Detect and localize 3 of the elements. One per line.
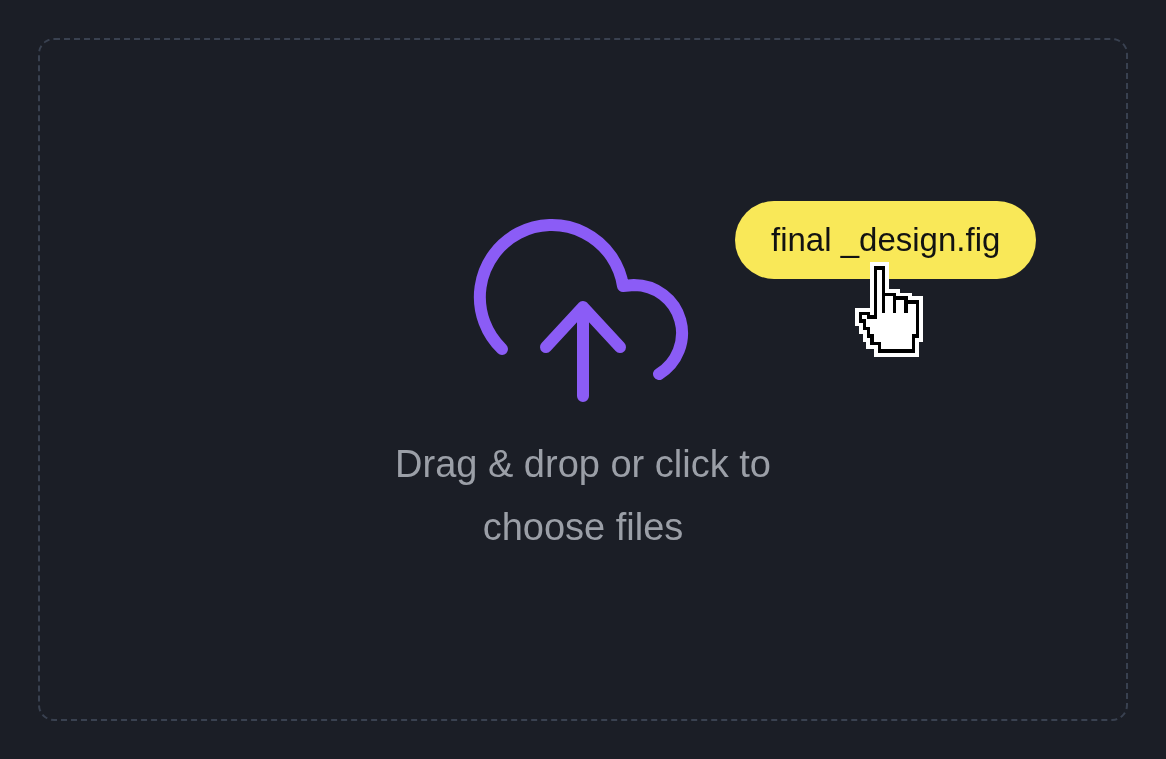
hand-pointer-icon [855, 262, 923, 357]
drop-zone-prompt: Drag & drop or click to choose files [394, 441, 772, 550]
dragged-file-chip: final _design.fig [735, 201, 1037, 279]
